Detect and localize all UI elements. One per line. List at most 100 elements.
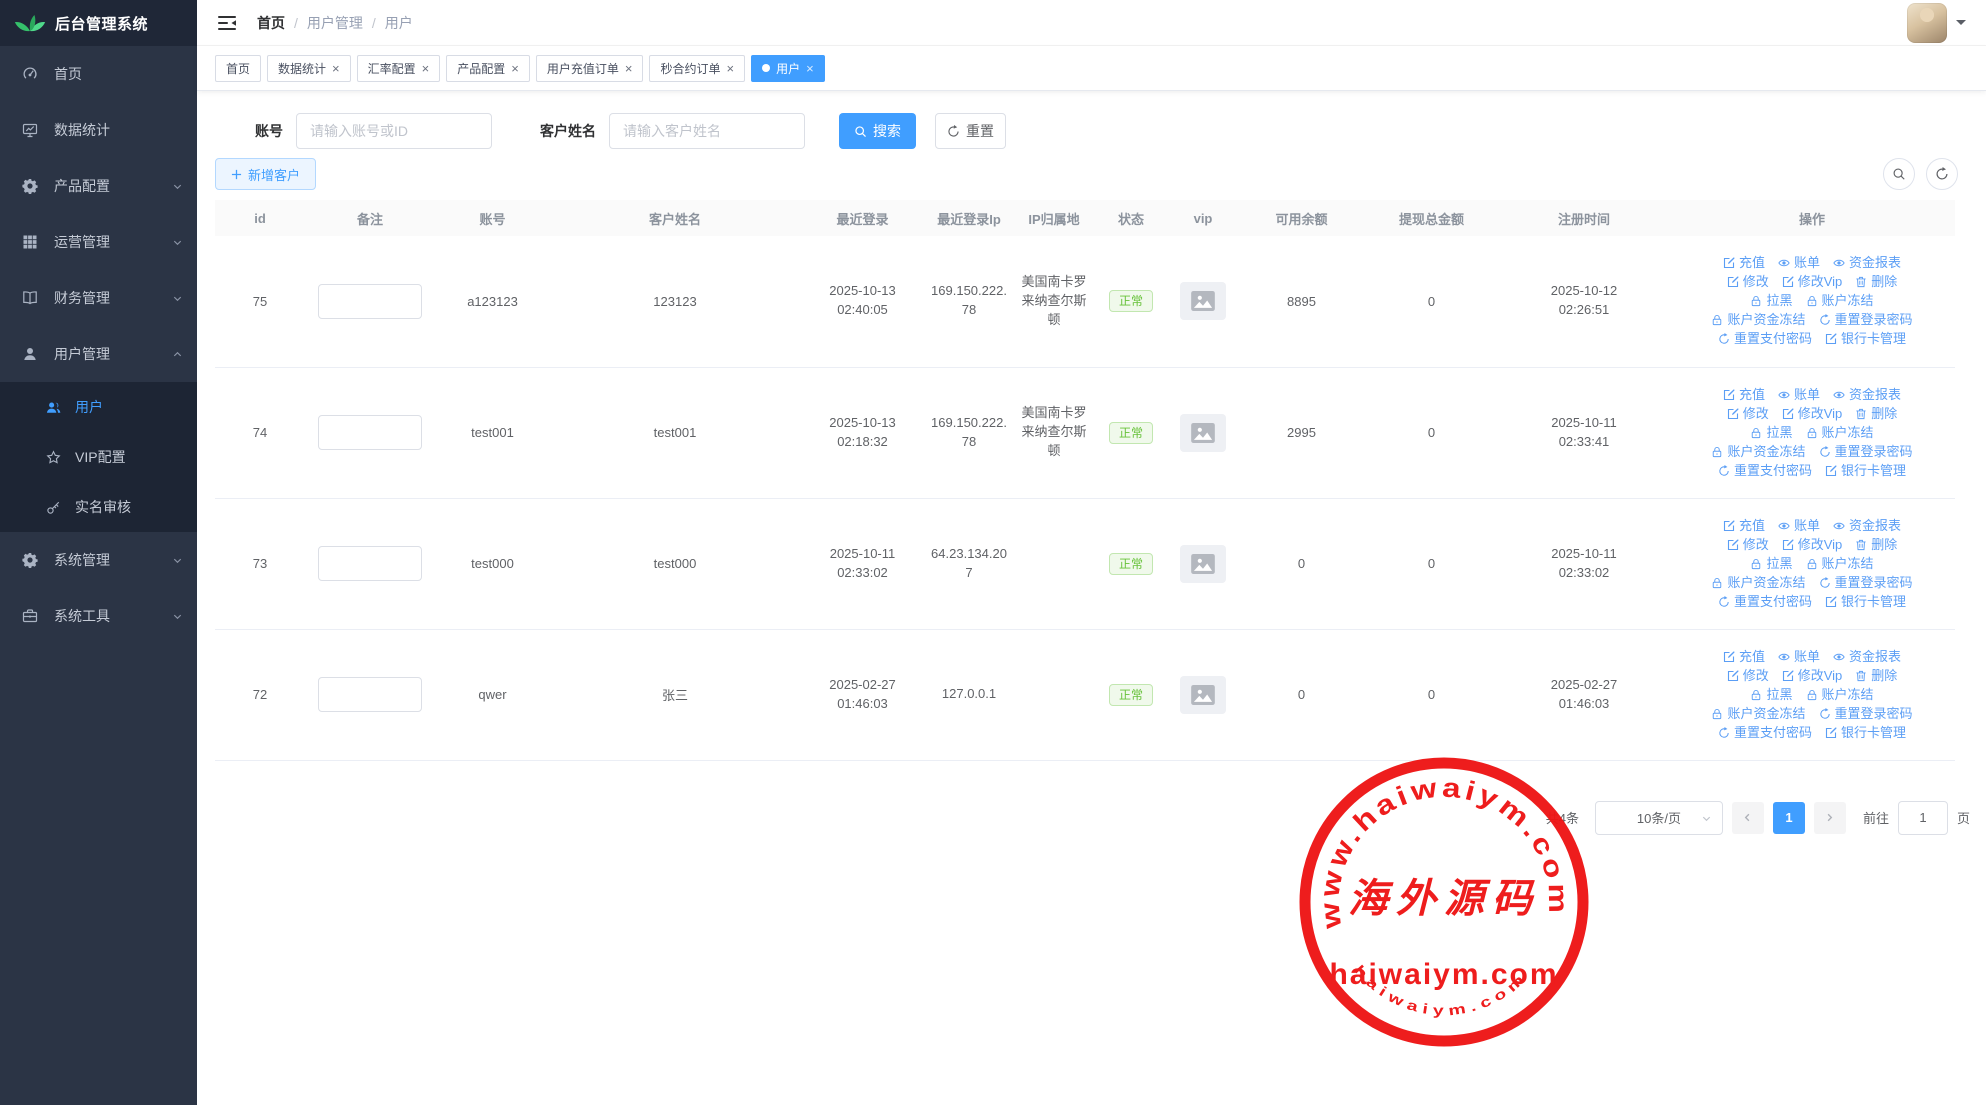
op-delete-link[interactable]: 删除: [1855, 273, 1897, 291]
edit-icon: [1723, 389, 1735, 401]
op-recharge-link[interactable]: 充值: [1723, 254, 1765, 272]
close-icon[interactable]: ×: [422, 62, 430, 75]
close-icon[interactable]: ×: [625, 62, 633, 75]
op-bills-link[interactable]: 账单: [1778, 648, 1820, 666]
close-icon[interactable]: ×: [726, 62, 734, 75]
close-icon[interactable]: ×: [332, 62, 340, 75]
sidebar-item-users[interactable]: 用户: [0, 382, 197, 432]
dashboard-icon: [22, 66, 38, 82]
op-funds-report-link[interactable]: 资金报表: [1833, 517, 1901, 535]
sidebar-collapse-icon[interactable]: [217, 14, 237, 32]
customer-name-input[interactable]: [609, 113, 805, 149]
remark-input[interactable]: [318, 677, 422, 712]
sidebar-item-product-config[interactable]: 产品配置: [0, 158, 197, 214]
breadcrumb-home[interactable]: 首页: [257, 13, 285, 33]
chevron-down-icon: [172, 555, 183, 566]
op-edit-link[interactable]: 修改: [1727, 405, 1769, 423]
sidebar-item-vip-config[interactable]: VIP配置: [0, 432, 197, 482]
sidebar-item-user-mgmt[interactable]: 用户管理: [0, 326, 197, 382]
op-edit-vip-link[interactable]: 修改Vip: [1782, 405, 1843, 423]
op-edit-vip-link[interactable]: 修改Vip: [1782, 536, 1843, 554]
tab-contract-orders[interactable]: 秒合约订单×: [649, 55, 745, 82]
user-avatar[interactable]: [1907, 3, 1947, 43]
sidebar-item-finance-mgmt[interactable]: 财务管理: [0, 270, 197, 326]
close-icon[interactable]: ×: [511, 62, 519, 75]
op-recharge-link[interactable]: 充值: [1723, 648, 1765, 666]
add-customer-button[interactable]: 新增客户: [215, 158, 316, 190]
op-reset-pay-password-link[interactable]: 重置支付密码: [1718, 330, 1812, 348]
op-blacklist-link[interactable]: 拉黑: [1750, 424, 1792, 442]
op-bills-link[interactable]: 账单: [1778, 386, 1820, 404]
tab-home[interactable]: 首页×: [215, 55, 261, 82]
tab-exchange-rate-config[interactable]: 汇率配置×: [357, 55, 441, 82]
table-refresh-button[interactable]: [1926, 158, 1958, 190]
page-size-select[interactable]: 10条/页: [1595, 801, 1723, 835]
op-delete-link[interactable]: 删除: [1855, 536, 1897, 554]
op-bank-card-management-link[interactable]: 银行卡管理: [1825, 593, 1906, 611]
op-bills-link[interactable]: 账单: [1778, 254, 1820, 272]
op-reset-login-password-link[interactable]: 重置登录密码: [1819, 705, 1913, 723]
vip-image-placeholder[interactable]: [1180, 676, 1226, 714]
goto-page-input[interactable]: [1898, 801, 1948, 835]
sidebar-item-system-mgmt[interactable]: 系统管理: [0, 532, 197, 588]
op-funds-report-link[interactable]: 资金报表: [1833, 386, 1901, 404]
op-delete-link[interactable]: 删除: [1855, 667, 1897, 685]
op-reset-pay-password-link[interactable]: 重置支付密码: [1718, 593, 1812, 611]
remark-input[interactable]: [318, 284, 422, 319]
op-bank-card-management-link[interactable]: 银行卡管理: [1825, 462, 1906, 480]
vip-image-placeholder[interactable]: [1180, 282, 1226, 320]
op-freeze-account-funds-link[interactable]: 账户资金冻结: [1711, 311, 1805, 329]
op-edit-vip-link[interactable]: 修改Vip: [1782, 667, 1843, 685]
op-freeze-account-funds-link[interactable]: 账户资金冻结: [1711, 574, 1805, 592]
op-edit-link[interactable]: 修改: [1727, 536, 1769, 554]
op-bills-link[interactable]: 账单: [1778, 517, 1820, 535]
op-blacklist-link[interactable]: 拉黑: [1750, 292, 1792, 310]
reset-button[interactable]: 重置: [935, 113, 1006, 149]
remark-input[interactable]: [318, 415, 422, 450]
prev-page-button[interactable]: [1732, 802, 1764, 834]
sidebar-item-operation-mgmt[interactable]: 运营管理: [0, 214, 197, 270]
sidebar-item-home[interactable]: 首页: [0, 46, 197, 102]
op-edit-link[interactable]: 修改: [1727, 667, 1769, 685]
op-bank-card-management-link[interactable]: 银行卡管理: [1825, 330, 1906, 348]
tab-users[interactable]: 用户×: [751, 55, 825, 82]
op-freeze-account-link[interactable]: 账户冻结: [1806, 424, 1874, 442]
op-freeze-account-funds-link[interactable]: 账户资金冻结: [1711, 443, 1805, 461]
op-edit-vip-link[interactable]: 修改Vip: [1782, 273, 1843, 291]
vip-image-placeholder[interactable]: [1180, 414, 1226, 452]
op-blacklist-link[interactable]: 拉黑: [1750, 555, 1792, 573]
op-reset-login-password-link[interactable]: 重置登录密码: [1819, 311, 1913, 329]
op-bank-card-management-link[interactable]: 银行卡管理: [1825, 724, 1906, 742]
op-recharge-link[interactable]: 充值: [1723, 386, 1765, 404]
tab-product-config[interactable]: 产品配置×: [446, 55, 530, 82]
avatar-dropdown-caret-icon[interactable]: [1956, 20, 1966, 30]
table-search-button[interactable]: [1883, 158, 1915, 190]
tab-data-stats[interactable]: 数据统计×: [267, 55, 351, 82]
op-recharge-link[interactable]: 充值: [1723, 517, 1765, 535]
op-freeze-account-funds-link[interactable]: 账户资金冻结: [1711, 705, 1805, 723]
op-edit-link[interactable]: 修改: [1727, 273, 1769, 291]
account-input[interactable]: [296, 113, 492, 149]
op-reset-login-password-link[interactable]: 重置登录密码: [1819, 443, 1913, 461]
op-reset-pay-password-link[interactable]: 重置支付密码: [1718, 462, 1812, 480]
close-icon[interactable]: ×: [806, 62, 814, 75]
sidebar-item-real-name-audit[interactable]: 实名审核: [0, 482, 197, 532]
breadcrumb-user-mgmt[interactable]: 用户管理: [307, 13, 363, 33]
op-funds-report-link[interactable]: 资金报表: [1833, 648, 1901, 666]
op-freeze-account-link[interactable]: 账户冻结: [1806, 686, 1874, 704]
tab-recharge-orders[interactable]: 用户充值订单×: [536, 55, 644, 82]
op-freeze-account-link[interactable]: 账户冻结: [1806, 555, 1874, 573]
op-delete-link[interactable]: 删除: [1855, 405, 1897, 423]
vip-image-placeholder[interactable]: [1180, 545, 1226, 583]
search-button[interactable]: 搜索: [839, 113, 916, 149]
sidebar-item-data-stats[interactable]: 数据统计: [0, 102, 197, 158]
op-blacklist-link[interactable]: 拉黑: [1750, 686, 1792, 704]
op-reset-pay-password-link[interactable]: 重置支付密码: [1718, 724, 1812, 742]
op-funds-report-link[interactable]: 资金报表: [1833, 254, 1901, 272]
next-page-button[interactable]: [1814, 802, 1846, 834]
op-freeze-account-link[interactable]: 账户冻结: [1806, 292, 1874, 310]
remark-input[interactable]: [318, 546, 422, 581]
sidebar-item-system-tools[interactable]: 系统工具: [0, 588, 197, 644]
page-number-current[interactable]: 1: [1773, 802, 1805, 834]
op-reset-login-password-link[interactable]: 重置登录密码: [1819, 574, 1913, 592]
